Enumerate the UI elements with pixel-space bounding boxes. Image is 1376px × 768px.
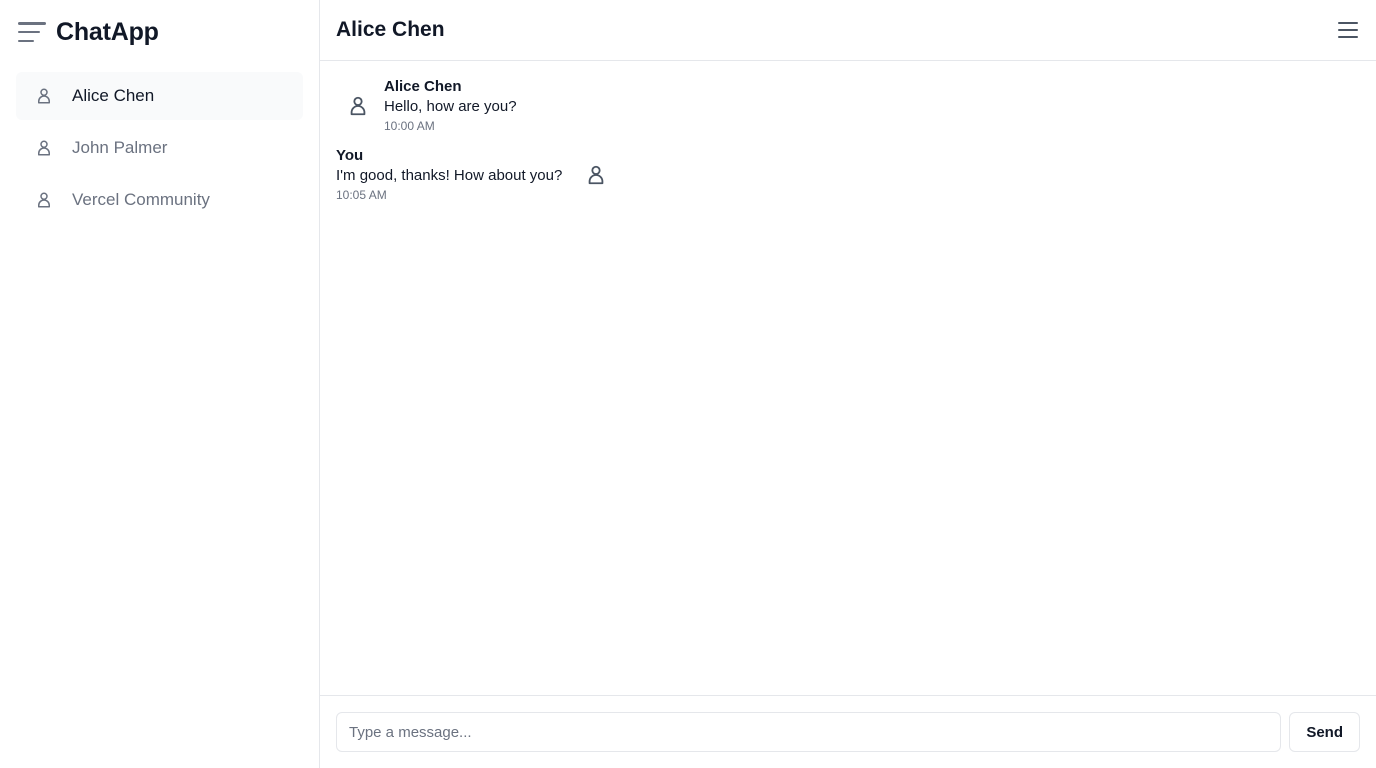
chat-title: Alice Chen <box>336 18 445 41</box>
contact-list: Alice Chen John Palmer Vercel Community <box>16 72 303 224</box>
message-body: You I'm good, thanks! How about you? 10:… <box>336 146 562 203</box>
chat-header: Alice Chen <box>320 0 1376 61</box>
message-outgoing: You I'm good, thanks! How about you? 10:… <box>336 146 1360 203</box>
user-icon <box>32 136 56 160</box>
message-incoming: Alice Chen Hello, how are you? 10:00 AM <box>340 77 1360 134</box>
avatar-user-icon <box>578 157 614 193</box>
menu-icon[interactable] <box>1338 22 1358 38</box>
message-body: Alice Chen Hello, how are you? 10:00 AM <box>384 77 517 134</box>
contact-item-vercel-community[interactable]: Vercel Community <box>16 176 303 224</box>
contact-item-john-palmer[interactable]: John Palmer <box>16 124 303 172</box>
app-title: ChatApp <box>56 17 159 46</box>
avatar-user-icon <box>340 88 376 124</box>
chat-app: ChatApp Alice Chen John Palmer Vercel Co… <box>0 0 1376 768</box>
message-text: I'm good, thanks! How about you? <box>336 167 563 184</box>
brand-header: ChatApp <box>16 0 303 64</box>
message-input[interactable] <box>336 712 1282 752</box>
message-composer: Send <box>320 695 1376 768</box>
contact-name: Alice Chen <box>72 86 155 105</box>
message-sender: You <box>336 147 364 164</box>
message-text: Hello, how are you? <box>384 98 517 115</box>
message-timestamp: 10:00 AM <box>384 119 435 133</box>
message-timestamp: 10:05 AM <box>336 188 387 202</box>
user-icon <box>32 188 56 212</box>
contact-name: John Palmer <box>72 138 168 157</box>
sidebar: ChatApp Alice Chen John Palmer Vercel Co… <box>0 0 320 768</box>
contact-name: Vercel Community <box>72 190 210 209</box>
hamburger-menu-icon[interactable] <box>18 22 46 42</box>
chat-panel: Alice Chen Alice Chen Hello, how are you… <box>320 0 1376 768</box>
message-list: Alice Chen Hello, how are you? 10:00 AM … <box>320 61 1376 695</box>
user-icon <box>32 84 56 108</box>
send-button[interactable]: Send <box>1289 712 1360 752</box>
contact-item-alice-chen[interactable]: Alice Chen <box>16 72 303 120</box>
message-sender: Alice Chen <box>384 78 462 95</box>
